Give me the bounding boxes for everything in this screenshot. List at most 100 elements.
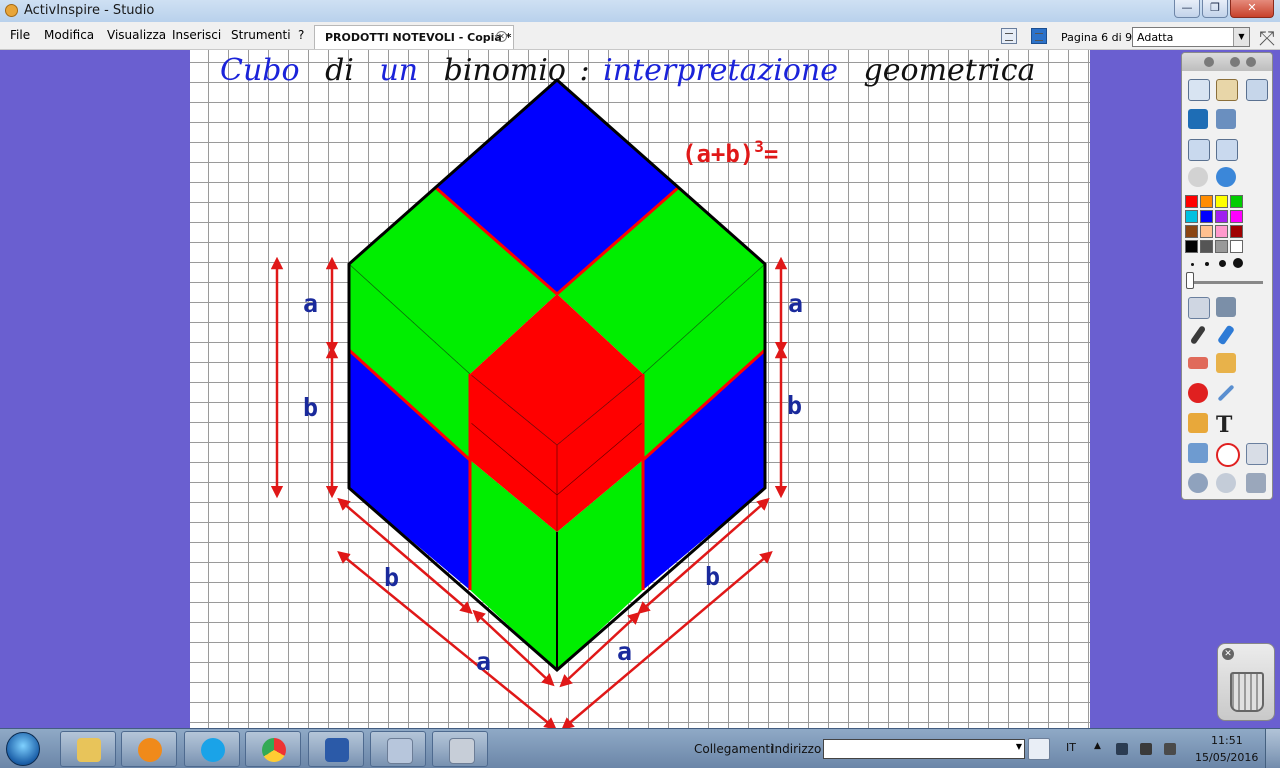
trash-panel[interactable]: ✕: [1217, 643, 1275, 721]
trash-bin-icon[interactable]: [1230, 672, 1264, 712]
color-swatch-9[interactable]: [1185, 225, 1198, 238]
clear-icon[interactable]: [1186, 441, 1210, 465]
menu-modifica[interactable]: Modifica: [44, 28, 94, 42]
color-swatch-12[interactable]: [1230, 225, 1243, 238]
clock-date[interactable]: 15/05/2016: [1195, 751, 1258, 764]
taskbar-chrome[interactable]: [245, 731, 301, 767]
next-page-icon[interactable]: [1214, 137, 1238, 161]
clipart-icon[interactable]: [1186, 411, 1210, 435]
page-settings-icon[interactable]: [1031, 28, 1047, 44]
color-swatch-3[interactable]: [1215, 195, 1228, 208]
handwriting-icon[interactable]: [1186, 107, 1210, 131]
fit-resize-icon[interactable]: ⤧: [1256, 26, 1278, 50]
select-cursor-icon[interactable]: [1186, 295, 1210, 319]
design-mode-icon[interactable]: [1244, 77, 1268, 101]
redo-icon[interactable]: [1214, 471, 1238, 495]
chevron-down-icon[interactable]: ▼: [1233, 28, 1249, 46]
undo-icon[interactable]: [1186, 471, 1210, 495]
label-b-bottom-left: b: [384, 563, 399, 592]
window-title: ActivInspire - Studio: [24, 3, 155, 18]
menu-strumenti[interactable]: Strumenti: [231, 28, 291, 42]
pen-width-2[interactable]: [1205, 262, 1209, 266]
label-b-right: b: [787, 391, 802, 420]
toolbox-collapse-icon[interactable]: [1230, 57, 1240, 67]
color-swatch-13[interactable]: [1185, 240, 1198, 253]
minimize-button[interactable]: —: [1174, 0, 1200, 18]
document-tab[interactable]: PRODOTTI NOTEVOLI - Copia * ✕: [314, 25, 514, 49]
show-desktop-button[interactable]: [1265, 729, 1280, 768]
resources-icon[interactable]: [1214, 77, 1238, 101]
menu-inserisci[interactable]: Inserisci: [172, 28, 221, 42]
color-swatch-7[interactable]: [1215, 210, 1228, 223]
eraser-icon[interactable]: [1186, 351, 1210, 375]
menu-file[interactable]: File: [10, 28, 30, 42]
color-swatch-8[interactable]: [1230, 210, 1243, 223]
color-swatch-14[interactable]: [1200, 240, 1213, 253]
close-tab-icon[interactable]: ✕: [496, 31, 507, 42]
text-tool-icon[interactable]: T: [1216, 412, 1232, 438]
fill-icon[interactable]: [1214, 351, 1238, 375]
taskbar-skype[interactable]: [184, 731, 240, 767]
color-swatch-11[interactable]: [1215, 225, 1228, 238]
taskbar-media-player[interactable]: [121, 731, 177, 767]
pen-width-slider-track[interactable]: [1189, 281, 1263, 284]
taskbar-explorer[interactable]: [60, 731, 116, 767]
close-button[interactable]: ✕: [1230, 0, 1274, 18]
pen-width-1[interactable]: [1191, 263, 1194, 266]
window-titlebar[interactable]: ActivInspire - Studio — ❐ ✕: [0, 0, 1280, 22]
start-button[interactable]: [6, 732, 40, 766]
color-swatch-6[interactable]: [1200, 210, 1213, 223]
network-icon[interactable]: [1116, 743, 1128, 755]
menu-help[interactable]: ?: [298, 28, 304, 42]
chevron-down-icon[interactable]: ▼: [1016, 742, 1022, 751]
restore-button[interactable]: ❐: [1202, 0, 1228, 18]
pen-icon[interactable]: [1186, 323, 1210, 347]
title-word-4: binomio: [444, 53, 566, 88]
play-icon[interactable]: [1186, 165, 1210, 189]
toolbox-pin-icon[interactable]: [1246, 57, 1256, 67]
color-swatch-5[interactable]: [1185, 210, 1198, 223]
close-trash-icon[interactable]: ✕: [1222, 648, 1234, 660]
tray-expand-icon[interactable]: ▲: [1094, 741, 1101, 751]
color-swatch-16[interactable]: [1230, 240, 1243, 253]
action-center-flag-icon[interactable]: [1140, 743, 1152, 755]
pen-width-slider-handle[interactable]: [1186, 272, 1194, 289]
flipchart-page[interactable]: Cubo di un binomio : interpretazione geo…: [190, 50, 1090, 728]
mail-icon: [387, 738, 413, 764]
color-swatch-2[interactable]: [1200, 195, 1213, 208]
explorer-icon: [77, 738, 101, 762]
page-browser-icon[interactable]: [1001, 28, 1017, 44]
internet-icon[interactable]: [1214, 165, 1238, 189]
highlighter-icon[interactable]: [1214, 323, 1238, 347]
taskbar-word[interactable]: [308, 731, 364, 767]
reset-page-icon[interactable]: [1214, 441, 1240, 467]
color-swatch-4[interactable]: [1230, 195, 1243, 208]
previous-page-icon[interactable]: [1186, 137, 1210, 161]
shape-icon[interactable]: [1186, 381, 1210, 405]
tools-icon[interactable]: [1214, 295, 1238, 319]
color-swatch-1[interactable]: [1185, 195, 1198, 208]
paste-icon[interactable]: [1244, 441, 1268, 465]
language-indicator[interactable]: IT: [1066, 741, 1076, 754]
pen-width-4[interactable]: [1233, 258, 1243, 268]
links-toolbar-label[interactable]: Collegamenti: [694, 742, 773, 756]
connector-icon[interactable]: [1214, 381, 1238, 405]
zoom-select[interactable]: Adatta ▼: [1132, 27, 1250, 47]
media-player-icon: [138, 738, 162, 762]
tools-settings-icon[interactable]: [1214, 107, 1238, 131]
clock-time[interactable]: 11:51: [1211, 734, 1243, 747]
address-input[interactable]: ▼: [823, 739, 1025, 759]
page-extender-icon[interactable]: [1244, 471, 1268, 495]
pen-width-3[interactable]: [1219, 260, 1226, 267]
title-word-1: Cubo: [220, 53, 300, 88]
toolbox-menu-icon[interactable]: [1204, 57, 1214, 67]
address-go-button[interactable]: [1028, 738, 1050, 760]
taskbar-mail[interactable]: [370, 731, 426, 767]
menu-visualizza[interactable]: Visualizza: [107, 28, 166, 42]
volume-icon[interactable]: [1164, 743, 1176, 755]
color-swatch-15[interactable]: [1215, 240, 1228, 253]
color-swatch-10[interactable]: [1200, 225, 1213, 238]
taskbar-activinspire[interactable]: [432, 731, 488, 767]
browser-icon[interactable]: [1186, 77, 1210, 101]
toolbox-header[interactable]: [1182, 53, 1272, 71]
